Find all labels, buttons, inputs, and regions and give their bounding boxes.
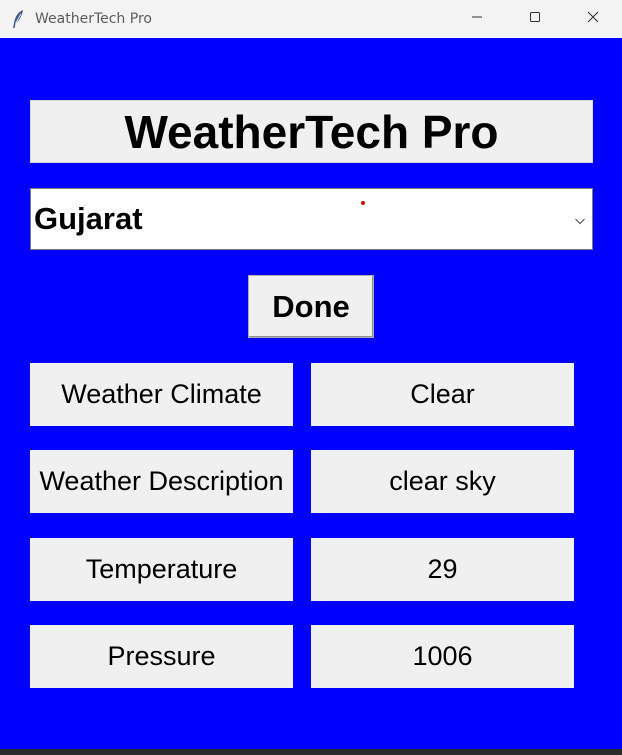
selected-location: Gujarat: [34, 201, 143, 236]
close-icon: [587, 10, 599, 28]
location-combobox[interactable]: Gujarat: [30, 188, 593, 250]
pressure-value: 1006: [311, 625, 574, 688]
maximize-button[interactable]: [506, 0, 564, 38]
app-heading: WeatherTech Pro: [30, 100, 593, 163]
maximize-icon: [529, 10, 541, 28]
minimize-button[interactable]: [448, 0, 506, 38]
close-button[interactable]: [564, 0, 622, 38]
weather-climate-label: Weather Climate: [30, 363, 293, 426]
title-bar[interactable]: WeatherTech Pro: [0, 0, 622, 38]
cursor-dot: [361, 201, 365, 205]
feather-icon: [11, 9, 25, 29]
window-bottom-border: [0, 749, 622, 755]
pressure-label: Pressure: [30, 625, 293, 688]
minimize-icon: [471, 10, 483, 28]
weather-climate-value: Clear: [311, 363, 574, 426]
app-window: WeatherTech Pro WeatherTech Pro Gujarat …: [0, 0, 622, 755]
weather-description-value: clear sky: [311, 450, 574, 513]
chevron-down-icon[interactable]: [574, 213, 586, 225]
temperature-label: Temperature: [30, 538, 293, 601]
done-button[interactable]: Done: [248, 275, 374, 338]
weather-description-label: Weather Description: [30, 450, 293, 513]
window-title: WeatherTech Pro: [35, 11, 152, 27]
temperature-value: 29: [311, 538, 574, 601]
